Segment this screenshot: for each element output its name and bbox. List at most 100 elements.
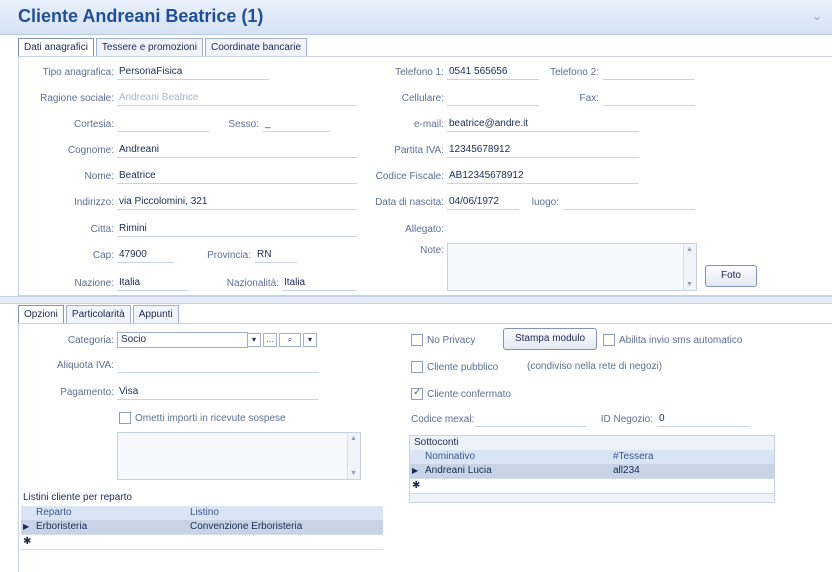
categoria-combo[interactable]: Socio — [117, 332, 248, 348]
condiviso-text: (condiviso nella rete di negozi) — [527, 361, 663, 372]
reparto-cell[interactable]: Erboristeria — [33, 520, 87, 534]
ometti-checkbox[interactable]: Ometti importi in ricevute sospese — [119, 412, 286, 424]
no-privacy-box[interactable] — [411, 334, 423, 346]
table-row[interactable]: ▶ Andreani Lucia all234 — [410, 464, 774, 479]
citta-label: Citta: — [90, 224, 114, 235]
nascita-field[interactable]: 04/06/1972 — [447, 195, 519, 210]
scroll-up-icon[interactable]: ▲ — [350, 435, 357, 442]
bottom-tab-bar: Opzioni Particolarità Appunti — [18, 305, 181, 324]
email-label: e-mail: — [413, 119, 444, 130]
nome-field[interactable]: Beatrice — [117, 169, 357, 184]
tab-coordinate-bancarie[interactable]: Coordinate bancarie — [204, 38, 308, 57]
ellipsis-icon[interactable]: … — [263, 333, 277, 347]
ometti-box[interactable] — [119, 412, 131, 424]
listino-cell[interactable]: Convenzione Erboristeria — [187, 520, 302, 534]
cognome-label: Cognome: — [67, 145, 114, 156]
nazionalita-field[interactable]: Italia — [282, 276, 357, 291]
tipo-label: Tipo anagrafica: — [42, 67, 114, 78]
note-textarea[interactable]: ▲ ▼ — [447, 243, 697, 291]
search-icon[interactable]: ⌕ — [279, 333, 301, 347]
telefono1-field[interactable]: 0541 565656 — [447, 65, 539, 80]
splitter[interactable] — [0, 296, 832, 304]
collapse-icon[interactable]: ⌄ — [812, 9, 822, 23]
new-row[interactable]: ✱ — [410, 479, 774, 494]
opzioni-scrollbar[interactable]: ▲ ▼ — [347, 433, 360, 479]
note-scrollbar[interactable]: ▲ ▼ — [683, 244, 696, 290]
id-negozio-field[interactable]: 0 — [657, 412, 749, 427]
citta-field[interactable]: Rimini — [117, 222, 357, 237]
cliente-pubblico-checkbox[interactable]: Cliente pubblico — [411, 361, 498, 373]
cortesia-field[interactable] — [117, 117, 209, 132]
cap-field[interactable]: 47900 — [117, 248, 174, 263]
sottoconti-title: Sottoconti — [414, 437, 459, 448]
opzioni-textarea[interactable]: ▲ ▼ — [117, 432, 361, 480]
piva-field[interactable]: 12345678912 — [447, 143, 639, 158]
luogo-label: luogo: — [531, 197, 559, 208]
tab-dati-anagrafici[interactable]: Dati anagrafici — [18, 38, 94, 57]
row-indicator-icon: ▶ — [23, 522, 30, 531]
row-indicator-icon: ▶ — [412, 466, 419, 475]
cf-field[interactable]: AB12345678912 — [447, 169, 639, 184]
tab-opzioni[interactable]: Opzioni — [18, 305, 64, 324]
cf-label: Codice Fiscale: — [375, 171, 444, 182]
codice-mexal-field[interactable] — [475, 412, 587, 427]
cliente-confermato-box[interactable] — [411, 387, 423, 400]
listini-grid: Reparto Listino ▶ Erboristeria Convenzio… — [21, 506, 383, 554]
sottoconti-header: Nominativo #Tessera — [410, 450, 774, 464]
scroll-down-icon[interactable]: ▼ — [686, 281, 693, 288]
cliente-pubblico-label: Cliente pubblico — [427, 361, 499, 373]
allegato-label: Allegato: — [405, 224, 444, 235]
aliquota-field[interactable] — [117, 358, 319, 373]
sesso-field[interactable]: _ — [263, 117, 330, 132]
sottoconti-grid: Sottoconti Nominativo #Tessera ▶ Andrean… — [409, 435, 775, 503]
tessera-cell[interactable]: all234 — [610, 464, 640, 478]
dropdown-arrow-icon[interactable]: ▾ — [303, 333, 317, 347]
top-tab-bar: Dati anagrafici Tessere e promozioni Coo… — [18, 38, 309, 57]
tab-appunti[interactable]: Appunti — [132, 305, 179, 324]
cognome-field[interactable]: Andreani — [117, 143, 357, 158]
scroll-up-icon[interactable]: ▲ — [686, 246, 693, 253]
window-title: Cliente Andreani Beatrice (1) — [18, 6, 264, 26]
column-header[interactable]: #Tessera — [610, 450, 654, 464]
new-row-icon: ✱ — [23, 536, 32, 547]
nominativo-cell[interactable]: Andreani Lucia — [422, 464, 492, 478]
column-header[interactable]: Listino — [187, 506, 219, 520]
column-header[interactable]: Nominativo — [422, 450, 475, 464]
provincia-field[interactable]: RN — [255, 248, 297, 263]
new-row[interactable]: ✱ — [21, 535, 383, 550]
pagamento-field[interactable]: Visa — [117, 385, 319, 400]
indirizzo-field[interactable]: via Piccolomini, 321 — [117, 195, 357, 210]
ometti-label: Ometti importi in ricevute sospese — [135, 412, 286, 424]
column-header[interactable]: Reparto — [33, 506, 72, 520]
no-privacy-checkbox[interactable]: No Privacy — [411, 334, 475, 346]
aliquota-label: Aliquota IVA: — [56, 360, 114, 371]
luogo-field[interactable] — [563, 195, 695, 210]
fax-label: Fax: — [579, 93, 599, 104]
nazione-label: Nazione: — [74, 278, 114, 289]
abilita-sms-label: Abilita invio sms automatico — [619, 334, 743, 346]
nazione-field[interactable]: Italia — [117, 276, 189, 291]
stampa-modulo-button[interactable]: Stampa modulo — [503, 328, 597, 350]
dropdown-icon[interactable]: ▾ — [247, 333, 261, 347]
foto-button[interactable]: Foto — [705, 265, 757, 287]
email-field[interactable]: beatrice@andre.it — [447, 117, 639, 132]
ragione-field[interactable]: Andreani Beatrice — [117, 91, 357, 106]
abilita-sms-checkbox[interactable]: Abilita invio sms automatico — [603, 334, 742, 346]
abilita-sms-box[interactable] — [603, 334, 615, 346]
tab-particolarita[interactable]: Particolarità — [65, 305, 131, 324]
scroll-down-icon[interactable]: ▼ — [350, 470, 357, 477]
cliente-confermato-checkbox[interactable]: Cliente confermato — [411, 387, 511, 400]
cliente-pubblico-box[interactable] — [411, 361, 423, 373]
tipo-field[interactable]: PersonaFisica — [117, 65, 269, 80]
sesso-label: Sesso: — [228, 119, 259, 130]
categoria-label: Categoria: — [67, 335, 114, 346]
telefono2-label: Telefono 2: — [550, 67, 599, 78]
tab-tessere-promozioni[interactable]: Tessere e promozioni — [95, 38, 203, 57]
telefono2-field[interactable] — [603, 65, 695, 80]
indirizzo-label: Indirizzo: — [73, 197, 114, 208]
nazionalita-label: Nazionalità: — [226, 278, 279, 289]
cellulare-field[interactable] — [447, 91, 539, 106]
fax-field[interactable] — [603, 91, 695, 106]
piva-label: Partita IVA: — [394, 145, 444, 156]
table-row[interactable]: ▶ Erboristeria Convenzione Erboristeria — [21, 520, 383, 535]
